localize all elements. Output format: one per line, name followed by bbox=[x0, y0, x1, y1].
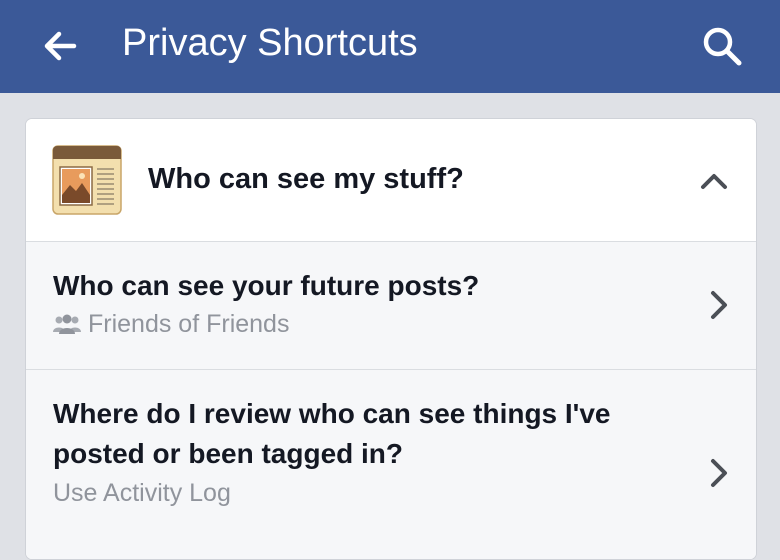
row-title: Where do I review who can see things I'v… bbox=[53, 398, 611, 469]
friends-icon bbox=[53, 314, 81, 334]
search-icon bbox=[703, 27, 742, 66]
row-subtitle-text: Use Activity Log bbox=[53, 479, 231, 507]
arrow-left-icon bbox=[44, 31, 77, 61]
shortcut-row-future-posts[interactable]: Who can see your future posts? Friends o… bbox=[26, 242, 756, 370]
privacy-card: Who can see my stuff? Who can see your f… bbox=[25, 118, 757, 560]
chevron-right-icon bbox=[706, 456, 732, 490]
row-title: Who can see your future posts? bbox=[53, 270, 480, 301]
app-bar: Privacy Shortcuts bbox=[0, 0, 780, 93]
collapse-button[interactable] bbox=[694, 161, 734, 201]
news-photo-icon bbox=[52, 145, 122, 215]
chevron-right-icon bbox=[706, 288, 732, 322]
row-subtitle: Use Activity Log bbox=[53, 477, 231, 509]
search-button[interactable] bbox=[692, 18, 752, 74]
row-subtitle: Friends of Friends bbox=[53, 308, 289, 340]
chevron-up-icon bbox=[701, 174, 727, 189]
back-button[interactable] bbox=[30, 18, 90, 74]
page-title: Privacy Shortcuts bbox=[122, 22, 418, 64]
row-subtitle-text: Friends of Friends bbox=[88, 310, 290, 338]
shortcut-row-activity-log[interactable]: Where do I review who can see things I'v… bbox=[26, 370, 756, 559]
section-header[interactable]: Who can see my stuff? bbox=[26, 119, 756, 242]
section-title: Who can see my stuff? bbox=[148, 163, 464, 195]
